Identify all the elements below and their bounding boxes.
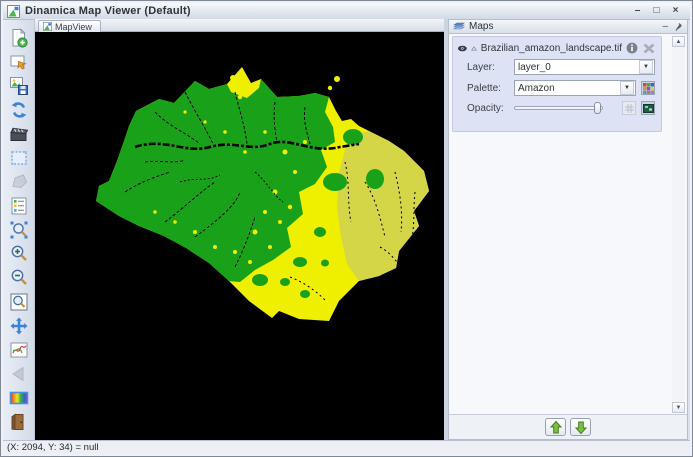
show-legend-button[interactable] (6, 194, 32, 217)
map-toolbar (3, 20, 35, 440)
opacity-slider-groove (514, 106, 603, 110)
collapse-triangle-icon[interactable] (471, 45, 477, 52)
opacity-slider[interactable] (514, 101, 617, 115)
add-map-button[interactable] (6, 26, 32, 49)
add-map-icon (9, 28, 29, 48)
tab-mapview[interactable]: MapView (38, 20, 101, 32)
mapview-tab-icon (43, 22, 52, 31)
maps-panel-header: Maps – (449, 20, 687, 34)
layer-order-bar (449, 414, 687, 439)
animate-map-button[interactable] (6, 122, 32, 145)
export-map-button[interactable] (6, 50, 32, 73)
green-up-arrow-icon (550, 421, 562, 434)
zoom-selection-icon (9, 220, 29, 240)
window-title: Dinamica Map Viewer (Default) (25, 5, 191, 17)
amazon-raster-map (35, 32, 444, 442)
panel-minimize-button[interactable]: – (662, 22, 668, 32)
exit-viewer-button[interactable] (6, 410, 32, 433)
layer-dropdown-arrow-icon[interactable]: ▼ (639, 60, 653, 74)
pan-icon (9, 316, 29, 336)
maps-stack-icon (453, 21, 465, 32)
previous-map-button[interactable] (6, 362, 32, 385)
select-region-button[interactable] (6, 146, 32, 169)
app-logo-icon (7, 5, 20, 18)
layer-visibility-eye-icon[interactable] (458, 44, 467, 53)
opacity-slider-thumb[interactable] (594, 102, 601, 114)
palette-select[interactable]: Amazon ▼ (514, 80, 636, 96)
clapperboard-icon (9, 124, 29, 144)
coordinate-readout: (X: 2094, Y: 34) = null (7, 442, 98, 453)
minimize-button[interactable]: – (631, 5, 644, 17)
panel-scrollbar[interactable]: ▲ ▼ (672, 36, 685, 413)
save-map-image-icon (9, 76, 29, 96)
scroll-down-arrow-icon[interactable]: ▼ (672, 402, 685, 413)
zoom-in-icon (9, 244, 29, 264)
app-window: Dinamica Map Viewer (Default) – □ × (0, 0, 693, 457)
polygon-icon (9, 172, 29, 192)
layer-select[interactable]: layer_0 ▼ (514, 59, 655, 75)
map-profile-button[interactable] (6, 338, 32, 361)
draw-polygon-button[interactable] (6, 170, 32, 193)
layer-filename: Brazilian_amazon_landscape.tif (481, 43, 622, 54)
palette-grid-icon (643, 83, 654, 94)
map-thumbnail-icon (643, 104, 654, 113)
close-button[interactable]: × (669, 5, 682, 17)
khaki-region (337, 131, 429, 281)
panel-pin-icon[interactable] (674, 22, 683, 32)
show-color-palette-button[interactable] (6, 386, 32, 409)
thumbnail-button[interactable] (641, 101, 655, 115)
grid-icon (625, 104, 634, 113)
green-down-arrow-icon (575, 421, 587, 434)
pan-button[interactable] (6, 314, 32, 337)
refresh-map-button[interactable] (6, 98, 32, 121)
refresh-icon (9, 100, 29, 120)
zoom-to-selection-button[interactable] (6, 218, 32, 241)
mapview-tabstrip: MapView (35, 19, 444, 32)
zoom-fit-icon (9, 292, 29, 312)
title-bar: Dinamica Map Viewer (Default) – □ × (3, 3, 690, 20)
layer-label: Layer: (467, 62, 509, 73)
back-arrow-icon (9, 364, 29, 384)
selection-rectangle-icon (9, 148, 29, 168)
zoom-out-icon (9, 268, 29, 288)
palette-select-value: Amazon (515, 83, 619, 94)
export-map-icon (9, 52, 29, 72)
maps-panel-body (452, 134, 669, 413)
mapview-tab-label: MapView (55, 22, 92, 32)
zoom-out-button[interactable] (6, 266, 32, 289)
palette-dropdown-arrow-icon[interactable]: ▼ (620, 81, 634, 95)
zoom-to-fit-button[interactable] (6, 290, 32, 313)
color-gradient-icon (9, 388, 29, 408)
profile-chart-icon (9, 340, 29, 360)
maps-panel-title: Maps (469, 21, 493, 32)
scroll-up-arrow-icon[interactable]: ▲ (672, 36, 685, 47)
histogram-button[interactable] (622, 101, 636, 115)
palette-label: Palette: (467, 83, 509, 94)
layer-close-icon[interactable] (643, 43, 655, 54)
map-canvas[interactable] (35, 32, 444, 442)
move-layer-down-button[interactable] (570, 418, 591, 436)
move-layer-up-button[interactable] (545, 418, 566, 436)
legend-icon (9, 196, 29, 216)
layer-select-value: layer_0 (515, 62, 638, 73)
zoom-in-button[interactable] (6, 242, 32, 265)
layer-card: Brazilian_amazon_landscape.tif Layer: la… (452, 36, 662, 132)
opacity-label: Opacity: (467, 103, 509, 114)
save-map-image-button[interactable] (6, 74, 32, 97)
door-icon (9, 412, 29, 432)
maximize-button[interactable]: □ (650, 5, 663, 17)
status-bar: (X: 2094, Y: 34) = null (3, 440, 690, 454)
maps-panel: Maps – Brazilian_amazon_landscape.tif (448, 19, 688, 440)
layer-info-icon[interactable] (626, 42, 638, 54)
edit-palette-button[interactable] (641, 81, 655, 95)
